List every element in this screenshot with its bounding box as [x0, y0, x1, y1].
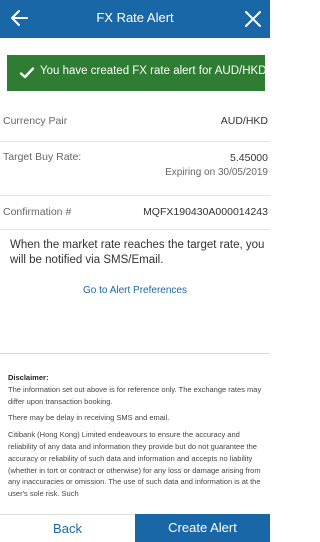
disclaimer-paragraph: The information set out above is for ref…	[8, 384, 262, 406]
disclaimer: Disclaimer: The information set out abov…	[8, 372, 266, 505]
app-header: FX Rate Alert	[0, 0, 270, 38]
disclaimer-paragraph: There may be delay in receiving SMS and …	[8, 413, 170, 423]
target-buy-rate-row: Target Buy Rate: 5.45000 Expiring on 30/…	[0, 142, 270, 196]
target-buy-rate-label: Target Buy Rate:	[3, 151, 82, 163]
currency-pair-row: Currency Pair AUD/HKD	[0, 100, 270, 142]
target-buy-rate-value: 5.45000	[230, 152, 268, 164]
currency-pair-label: Currency Pair	[3, 115, 68, 127]
close-icon[interactable]	[242, 6, 264, 32]
disclaimer-paragraph: Citibank (Hong Kong) Limited endeavours …	[8, 430, 261, 499]
back-button[interactable]: Back	[0, 514, 135, 542]
expiry-date: Expiring on 30/05/2019	[165, 167, 268, 178]
checkmark-icon	[19, 67, 35, 79]
arrow-left-icon[interactable]	[8, 5, 30, 31]
confirmation-row: Confirmation # MQFX190430A000014243	[0, 196, 270, 230]
divider	[0, 353, 270, 354]
disclaimer-title: Disclaimer:	[8, 373, 49, 382]
create-alert-button[interactable]: Create Alert	[135, 514, 270, 542]
page-title: FX Rate Alert	[96, 10, 174, 25]
success-message: You have created FX rate alert for AUD/H…	[40, 65, 273, 77]
alert-preferences-link[interactable]: Go to Alert Preferences	[0, 285, 270, 296]
notification-info: When the market rate reaches the target …	[10, 239, 265, 266]
footer-actions: Back Create Alert	[0, 514, 270, 542]
success-banner: You have created FX rate alert for AUD/H…	[7, 55, 273, 91]
confirmation-value: MQFX190430A000014243	[143, 206, 268, 218]
currency-pair-value: AUD/HKD	[220, 115, 268, 127]
confirmation-label: Confirmation #	[3, 206, 72, 218]
